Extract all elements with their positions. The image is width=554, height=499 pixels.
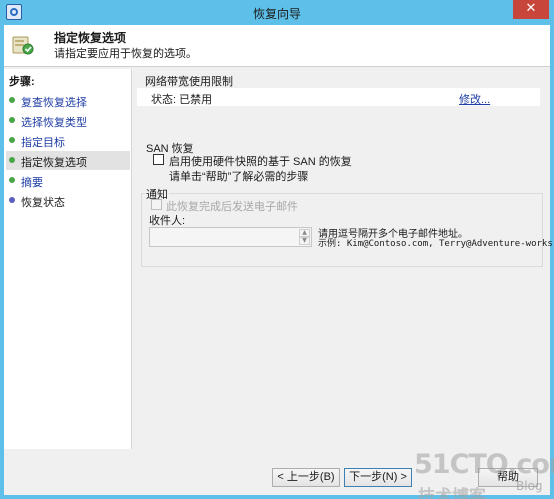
steps-panel: 步骤: 复查恢复选择 选择恢复类型 指定目标 指定恢复选项 摘要 恢复状态	[4, 69, 132, 449]
close-button[interactable]: ✕	[513, 0, 549, 19]
step-recovery-status: 恢复状态	[6, 191, 130, 210]
san-help-text: 请单击“帮助”了解必需的步骤	[169, 171, 309, 183]
wizard-body: 指定恢复选项 请指定要应用于恢复的选项。 步骤: 复查恢复选择 选择恢复类型 指…	[4, 25, 554, 499]
title-bar[interactable]: 恢复向导 ✕	[0, 0, 554, 25]
step-label: 指定恢复选项	[21, 157, 87, 169]
window-title: 恢复向导	[252, 7, 301, 21]
step-specify-recovery-options[interactable]: 指定恢复选项	[6, 151, 130, 170]
step-label: 选择恢复类型	[21, 117, 87, 129]
next-button[interactable]: 下一步(N) >	[344, 468, 412, 487]
recovery-wizard-window: 恢复向导 ✕ 指定恢复选项 请指定要应用于恢复的选项。 步骤: 复查恢复选择 选	[0, 0, 554, 499]
step-label: 指定目标	[21, 137, 65, 149]
step-select-recovery-type[interactable]: 选择恢复类型	[6, 111, 130, 130]
step-review-selection[interactable]: 复查恢复选择	[6, 91, 130, 110]
step-label: 复查恢复选择	[21, 97, 87, 109]
restore-options-icon	[12, 36, 34, 55]
bandwidth-status: 状态: 已禁用	[151, 94, 213, 106]
send-email-label: 此恢复完成后发送电子邮件	[166, 201, 298, 213]
recipient-scroll[interactable]: ▲ ▼	[299, 229, 310, 245]
step-done-icon	[9, 177, 15, 183]
step-done-icon	[9, 117, 15, 123]
wizard-header: 指定恢复选项 请指定要应用于恢复的选项。	[4, 25, 550, 67]
bandwidth-status-row: 状态: 已禁用 修改...	[137, 88, 540, 106]
send-email-checkbox[interactable]	[151, 199, 162, 210]
back-button[interactable]: < 上一步(B)	[272, 468, 340, 487]
recipient-input[interactable]: ▲ ▼	[149, 227, 312, 247]
options-content: 网络带宽使用限制 状态: 已禁用 修改... SAN 恢复 启用使用硬件快照的基…	[135, 69, 554, 449]
page-title: 指定恢复选项	[54, 31, 127, 45]
san-recovery-label: 启用使用硬件快照的基于 SAN 的恢复	[169, 156, 352, 168]
modify-bandwidth-link[interactable]: 修改...	[459, 91, 490, 107]
email-example: 示例: Kim@Contoso.com, Terry@Adventure-wor…	[318, 239, 554, 249]
scroll-down-icon[interactable]: ▼	[299, 237, 310, 245]
step-current-icon	[9, 157, 15, 163]
step-done-icon	[9, 97, 15, 103]
steps-heading: 步骤:	[9, 76, 35, 88]
bandwidth-group: 网络带宽使用限制 状态: 已禁用 修改...	[135, 73, 543, 106]
step-label: 恢复状态	[21, 197, 65, 209]
step-specify-destination[interactable]: 指定目标	[6, 131, 130, 150]
step-summary[interactable]: 摘要	[6, 171, 130, 190]
watermark-sub: 技术博客	[418, 487, 486, 499]
step-done-icon	[9, 137, 15, 143]
page-subtitle: 请指定要应用于恢复的选项。	[54, 48, 197, 60]
recipient-label: 收件人:	[149, 215, 186, 227]
help-button[interactable]: 帮助	[478, 468, 538, 487]
step-label: 摘要	[21, 177, 43, 189]
san-recovery-checkbox[interactable]	[153, 154, 164, 165]
scroll-up-icon[interactable]: ▲	[299, 229, 310, 237]
bandwidth-group-title: 网络带宽使用限制	[144, 73, 234, 89]
step-pending-icon	[9, 197, 15, 203]
